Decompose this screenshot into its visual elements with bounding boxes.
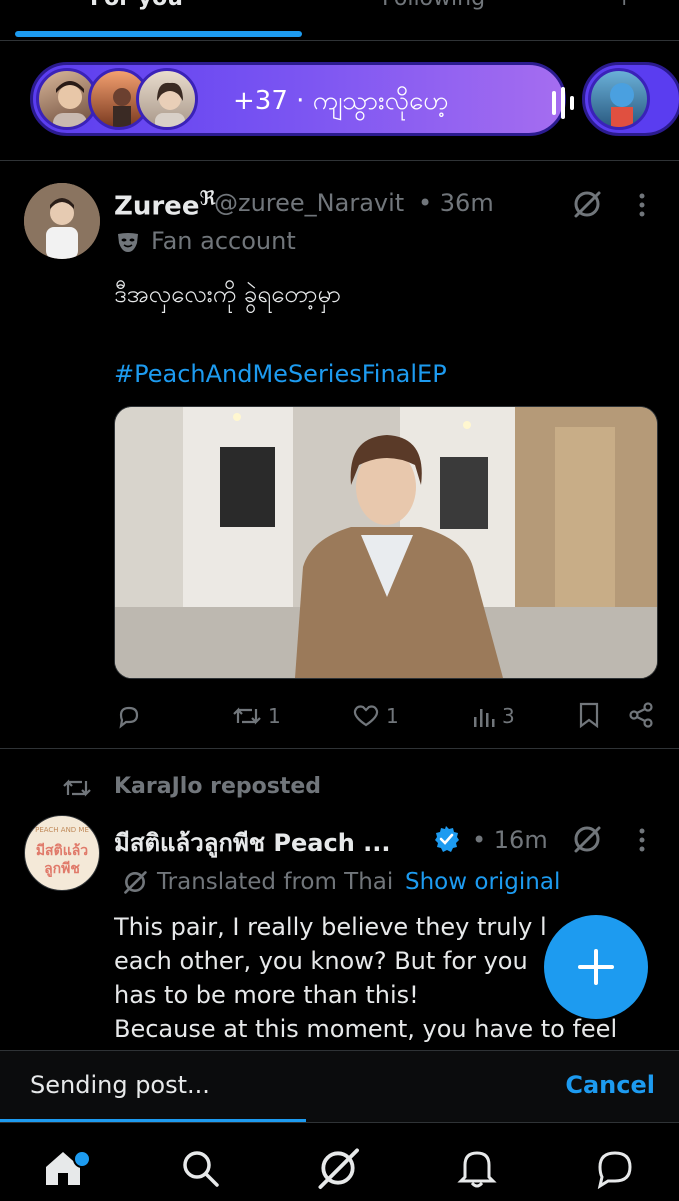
notifications-icon (457, 1151, 497, 1188)
compose-button[interactable] (544, 915, 648, 1019)
views-button[interactable]: 3 (472, 702, 515, 730)
tab-following[interactable]: Following (382, 0, 485, 11)
tweet-hashtag[interactable]: #PeachAndMeSeriesFinalEP (114, 360, 447, 388)
retweet-icon (233, 707, 261, 725)
avatar-top-text: PEACH AND ME (35, 826, 89, 834)
tab-indicator (15, 31, 302, 37)
nav-messages[interactable] (590, 1143, 640, 1193)
more-icon-2[interactable] (632, 825, 652, 855)
views-icon (474, 709, 495, 727)
reply-button[interactable] (116, 702, 142, 730)
tweet-author-handle[interactable]: @zuree_Naravit (214, 189, 404, 217)
tweet2-time: • 16m (472, 826, 548, 854)
grok-icon (318, 1148, 359, 1189)
reply-icon (119, 706, 139, 729)
like-button[interactable]: 1 (352, 702, 399, 730)
retweet-button[interactable]: 1 (232, 702, 281, 730)
space-title: +37 · ကျသွားလိုဟေ့ (233, 86, 449, 116)
home-notification-dot (73, 1150, 91, 1168)
live-space-pill-2[interactable] (582, 62, 679, 136)
sending-label: Sending post... (30, 1071, 210, 1099)
translate-grok-icon (124, 871, 147, 894)
space-listener-avatar (136, 68, 198, 130)
tweet-text: ဒီအလှလေးကို ခွဲရတော့မှာ (114, 280, 341, 308)
bottom-nav (0, 1122, 679, 1201)
space2-avatar (588, 68, 650, 130)
like-count: 1 (386, 704, 399, 728)
tweet-author-avatar[interactable] (24, 183, 100, 259)
tweet-time: • 36m (418, 189, 494, 217)
more-icon[interactable] (632, 190, 652, 220)
nav-search[interactable] (175, 1143, 225, 1193)
fan-account-label: Fan account (151, 227, 296, 255)
tweet2-author-name[interactable]: มีสติแล้วลูกพีช Peach ... (114, 823, 391, 862)
nav-notifications[interactable] (452, 1143, 502, 1193)
translated-label: Translated from Thai (157, 869, 394, 895)
top-tabs: For you Following + (0, 0, 679, 41)
views-count: 3 (502, 704, 515, 728)
grok-icon[interactable] (572, 189, 602, 219)
share-icon[interactable] (628, 702, 654, 728)
tweet2-author-avatar[interactable]: PEACH AND ME มีสติแล้ว ลูกพีช (24, 815, 100, 891)
fan-mask-icon (118, 233, 138, 252)
live-space-pill[interactable]: +37 · ကျသွားလိုဟေ့ (30, 62, 574, 136)
grok-icon-2[interactable] (572, 824, 602, 854)
nav-grok[interactable] (313, 1143, 363, 1193)
sending-post-bar: Sending post... Cancel (0, 1050, 679, 1123)
tab-more[interactable]: + (615, 0, 633, 11)
cancel-button[interactable]: Cancel (565, 1071, 655, 1099)
tweet-author-name[interactable]: Zureeℜ (114, 186, 216, 222)
retweet-count: 1 (268, 704, 281, 728)
divider (0, 160, 679, 161)
plus-icon (578, 949, 614, 985)
heart-icon (353, 705, 379, 727)
repost-icon (63, 779, 91, 797)
tweet-media-image[interactable] (114, 406, 658, 679)
bookmark-icon[interactable] (578, 702, 600, 728)
divider (0, 748, 679, 749)
tab-for-you[interactable]: For you (90, 0, 183, 11)
messages-icon (597, 1151, 632, 1189)
show-original-link[interactable]: Show original (405, 869, 560, 895)
search-icon (183, 1151, 219, 1187)
repost-label[interactable]: KaraJlo reposted (114, 774, 321, 799)
verified-badge-icon (435, 826, 459, 852)
audio-wave-icon (552, 87, 574, 119)
avatar-logo-line2: ลูกพีช (44, 861, 80, 877)
